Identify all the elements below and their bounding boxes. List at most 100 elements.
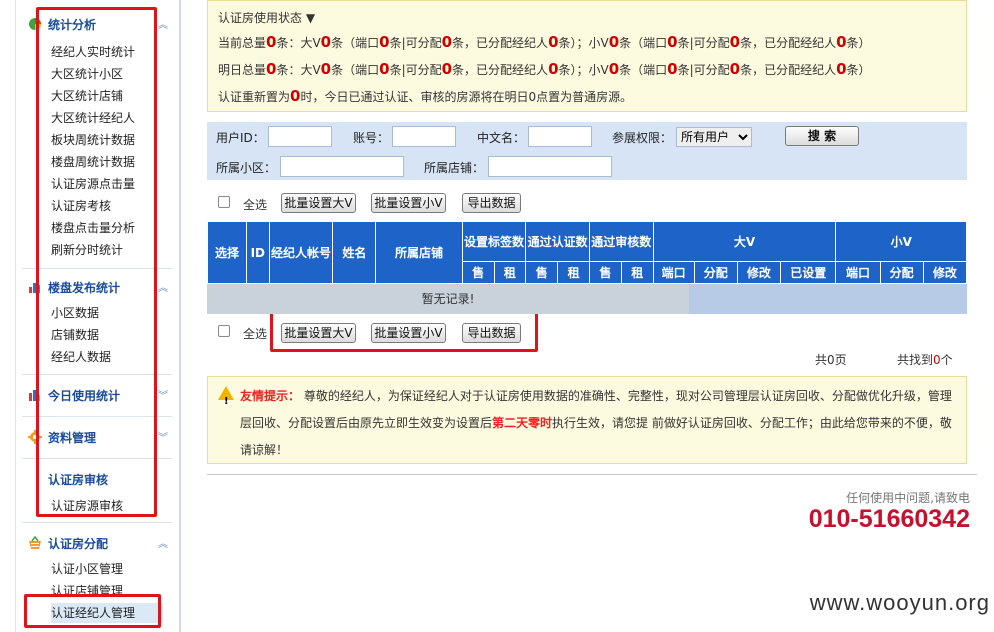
tip-box: ! 友情提示： 尊敬的经纪人，为保证经纪人对于认证房使用数据的准确性、完整性，现… bbox=[207, 376, 967, 464]
col-assign: 分配 bbox=[693, 261, 738, 284]
chevron-up-icon[interactable]: ︽ bbox=[158, 279, 168, 294]
tip-label: 友情提示： bbox=[240, 389, 301, 403]
section-title: 统计分析 bbox=[48, 17, 97, 32]
search-button[interactable]: 搜 索 bbox=[785, 126, 859, 146]
sidebar-item[interactable]: 经纪人数据 bbox=[51, 347, 111, 367]
section-title: 楼盘发布统计 bbox=[48, 280, 121, 295]
sidebar-item[interactable]: 小区数据 bbox=[51, 303, 99, 323]
found-count: 共找到0个 bbox=[897, 353, 953, 367]
contact-phone: 010-51660342 bbox=[808, 505, 970, 533]
sidebar-edge bbox=[0, 0, 15, 632]
sidebar-item[interactable]: 楼盘点击量分析 bbox=[51, 218, 135, 238]
divider bbox=[22, 522, 172, 523]
sidebar-item[interactable]: 认证房考核 bbox=[51, 196, 111, 216]
sidebar-item[interactable]: 认证房源点击量 bbox=[51, 174, 135, 194]
sidebar-item[interactable]: 大区统计经纪人 bbox=[51, 108, 135, 128]
bar-chart-icon bbox=[28, 280, 42, 294]
sidebar-item[interactable]: 大区统计小区 bbox=[51, 64, 123, 84]
agent-table: 选择 ID 经纪人帐号 姓名 所属店铺 设置标签数 通过认证数 通过审核数 大V… bbox=[206, 221, 968, 284]
select-all-checkbox[interactable] bbox=[218, 196, 230, 208]
blank-icon bbox=[28, 472, 42, 486]
divider bbox=[22, 458, 172, 459]
sidebar-item[interactable]: 刷新分时统计 bbox=[51, 240, 123, 260]
sidebar-item[interactable]: 板块周统计数据 bbox=[51, 130, 135, 150]
sidebar-section-stats[interactable]: 统计分析 ︽ bbox=[22, 13, 170, 35]
col-big-v: 大V bbox=[652, 221, 837, 262]
batch-big-v-button[interactable]: 批量设置大V bbox=[281, 323, 356, 343]
sidebar-item[interactable]: 大区统计店铺 bbox=[51, 86, 123, 106]
contact-label: 任何使用中问题,请致电 bbox=[846, 491, 970, 505]
user-id-label: 用户ID： bbox=[216, 131, 265, 145]
sidebar-section-data-mgmt[interactable]: 资料管理 ︾ bbox=[22, 426, 170, 448]
sidebar-section-cert-audit[interactable]: 认证房审核 bbox=[22, 468, 170, 490]
table-empty-row: 暂无记录! bbox=[207, 284, 967, 314]
cn-name-input[interactable] bbox=[528, 126, 592, 147]
chevron-up-icon[interactable]: ︽ bbox=[158, 16, 168, 31]
col-modify: 修改 bbox=[922, 261, 968, 284]
bar-chart-icon bbox=[28, 388, 42, 402]
divider bbox=[22, 416, 172, 417]
sidebar-item[interactable]: 经纪人实时统计 bbox=[51, 42, 135, 62]
account-label: 账号： bbox=[353, 131, 390, 145]
chevron-down-icon[interactable]: ︾ bbox=[158, 387, 168, 402]
sidebar-item[interactable]: 楼盘周统计数据 bbox=[51, 152, 135, 172]
notice-title[interactable]: 认证房使用状态 ▼ bbox=[218, 7, 956, 29]
sidebar-item[interactable]: 认证房源审核 bbox=[51, 496, 123, 516]
col-agent-account: 经纪人帐号 bbox=[268, 221, 334, 284]
chevron-down-icon[interactable]: ︾ bbox=[158, 429, 168, 444]
watermark: www.wooyun.org bbox=[809, 590, 990, 615]
select-all-checkbox[interactable] bbox=[218, 325, 230, 337]
store-label: 所属店铺： bbox=[424, 161, 485, 175]
col-set-sign: 设置标签数 bbox=[461, 221, 527, 262]
col-port: 端口 bbox=[652, 261, 695, 284]
store-input[interactable] bbox=[488, 156, 612, 177]
col-pass-audit: 通过审核数 bbox=[588, 221, 654, 262]
col-store: 所属店铺 bbox=[375, 221, 463, 284]
sidebar-section-today-stats[interactable]: 今日使用统计 ︾ bbox=[22, 384, 170, 406]
section-title: 认证房分配 bbox=[48, 536, 109, 551]
select-all-label: 全选 bbox=[243, 198, 268, 212]
sidebar-item[interactable]: 店铺数据 bbox=[51, 325, 99, 345]
permission-label: 参展权限： bbox=[612, 131, 673, 145]
col-modify: 修改 bbox=[736, 261, 781, 284]
cn-name-label: 中文名： bbox=[477, 131, 526, 145]
col-sale: 售 bbox=[525, 261, 559, 284]
divider bbox=[22, 374, 172, 375]
divider bbox=[22, 268, 172, 269]
notice-tomorrow: 明日总量0条：大V0条（端口0条|可分配0条，已分配经纪人0条）；小V0条（端口… bbox=[218, 60, 871, 78]
sidebar-section-cert-assign[interactable]: 认证房分配 ︽ bbox=[22, 532, 170, 554]
sidebar-item-active[interactable]: 认证经纪人管理 bbox=[51, 603, 163, 623]
export-button[interactable]: 导出数据 bbox=[462, 193, 521, 213]
batch-small-v-button[interactable]: 批量设置小V bbox=[371, 193, 446, 213]
batch-small-v-button[interactable]: 批量设置小V bbox=[371, 323, 446, 343]
permission-select[interactable]: 所有用户 bbox=[676, 127, 752, 147]
col-rent: 租 bbox=[493, 261, 527, 284]
section-title: 认证房审核 bbox=[48, 472, 109, 487]
empty-fill bbox=[689, 284, 967, 314]
col-select: 选择 bbox=[206, 221, 248, 284]
batch-big-v-button[interactable]: 批量设置大V bbox=[281, 193, 356, 213]
community-input[interactable] bbox=[280, 156, 404, 177]
col-rent: 租 bbox=[557, 261, 590, 284]
export-button[interactable]: 导出数据 bbox=[462, 323, 521, 343]
sidebar-item[interactable]: 认证小区管理 bbox=[51, 559, 123, 579]
divider bbox=[207, 474, 977, 475]
col-port: 端口 bbox=[835, 261, 881, 284]
search-panel: 用户ID： 账号： 中文名： 参展权限： 所有用户 搜 索 所属小区： 所属店铺… bbox=[207, 122, 967, 180]
gear-icon bbox=[28, 430, 42, 444]
col-small-v: 小V bbox=[835, 221, 967, 262]
cert-status-notice: 认证房使用状态 ▼ 当前总量0条：大V0条（端口0条|可分配0条，已分配经纪人0… bbox=[207, 0, 967, 112]
user-id-input[interactable] bbox=[268, 126, 332, 147]
section-title: 今日使用统计 bbox=[48, 388, 121, 403]
empty-text: 暂无记录! bbox=[207, 284, 689, 314]
chevron-up-icon[interactable]: ︽ bbox=[158, 535, 168, 550]
sidebar-item[interactable]: 认证店铺管理 bbox=[51, 581, 123, 601]
section-title: 资料管理 bbox=[48, 430, 97, 445]
col-pass-cert: 通过认证数 bbox=[525, 221, 590, 262]
sidebar: 统计分析 ︽ 经纪人实时统计 大区统计小区 大区统计店铺 大区统计经纪人 板块周… bbox=[15, 0, 181, 632]
notice-reset: 认证重新置为0时，今日已通过认证、审核的房源将在明日0点置为普通房源。 bbox=[218, 87, 633, 105]
account-input[interactable] bbox=[392, 126, 456, 147]
pie-chart-icon bbox=[28, 17, 42, 31]
sidebar-section-publish-stats[interactable]: 楼盘发布统计 ︽ bbox=[22, 276, 170, 298]
basket-icon bbox=[28, 535, 42, 550]
